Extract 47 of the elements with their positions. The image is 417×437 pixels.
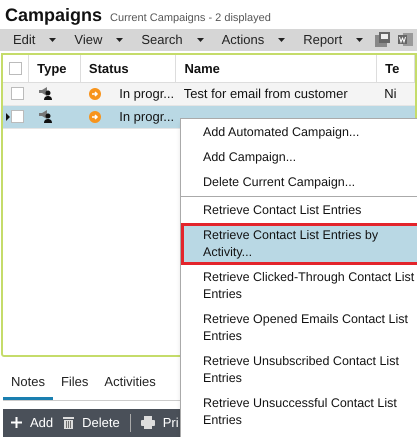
menu-item[interactable]: Retrieve Unsubscribed Contact List Entries (181, 349, 417, 391)
caret-icon (116, 38, 124, 42)
tab[interactable]: Notes (3, 369, 53, 400)
status-icon (89, 110, 102, 123)
menu-item[interactable]: Retrieve Contact List Entries (181, 198, 417, 223)
plus-icon (11, 417, 22, 428)
menu-item[interactable]: Delete Current Campaign... (181, 170, 417, 195)
checkbox[interactable] (11, 110, 24, 124)
toolbar-menu[interactable]: Search (141, 30, 204, 50)
column-header[interactable]: Name (184, 58, 220, 78)
table-cell-text: In progr... (119, 108, 174, 126)
page-title: Campaigns (5, 4, 102, 27)
table-cell-text: Test for email from customer (184, 85, 348, 104)
toolbar-menu[interactable]: Actions (222, 30, 286, 50)
menu-item[interactable]: Retrieve Opened Emails Contact List Entries (181, 307, 417, 349)
megaphone-person-icon (38, 87, 54, 100)
toolbar-button[interactable]: Delete (63, 413, 120, 432)
caret-icon (49, 38, 56, 42)
menu-item[interactable]: Add Campaign... (181, 145, 417, 170)
table-cell-text: In progr... (119, 85, 174, 104)
status-icon (89, 88, 102, 100)
checkbox[interactable] (11, 87, 24, 100)
row-pointer-icon (6, 112, 10, 121)
tab[interactable]: Files (52, 369, 96, 400)
page-subtitle: Current Campaigns - 2 displayed (110, 11, 271, 26)
export-icon[interactable] (375, 32, 390, 48)
caret-icon (196, 38, 204, 42)
tab[interactable]: Activities (96, 369, 164, 400)
toolbar-menu[interactable]: View (74, 30, 124, 50)
toolbar-menu[interactable]: Report (303, 30, 364, 50)
column-header[interactable]: Te (385, 58, 400, 78)
caret-icon (356, 38, 364, 42)
megaphone-person-icon (38, 110, 54, 124)
checkbox[interactable] (9, 62, 22, 75)
menu-item[interactable]: Retrieve Clicked-Through Contact List Entries (181, 265, 417, 307)
word-document-icon[interactable] (398, 32, 414, 48)
table-cell-text: Ni (384, 85, 397, 104)
trash-icon (63, 416, 74, 430)
toolbar-button[interactable]: Pri (140, 413, 179, 432)
caret-icon (278, 38, 286, 42)
menu-item[interactable]: Retrieve Unsuccessful Contact List Entries (181, 391, 417, 433)
table-row[interactable]: In progr... Test for email from customer Ni (3, 82, 415, 106)
column-header[interactable]: Status (88, 58, 129, 78)
toolbar-menu[interactable]: Edit (13, 30, 56, 50)
column-header[interactable]: Type (37, 58, 67, 78)
menu-item[interactable]: Retrieve Contact List Entries by Activity... (181, 223, 417, 265)
toolbar-button[interactable]: Add (11, 413, 54, 432)
